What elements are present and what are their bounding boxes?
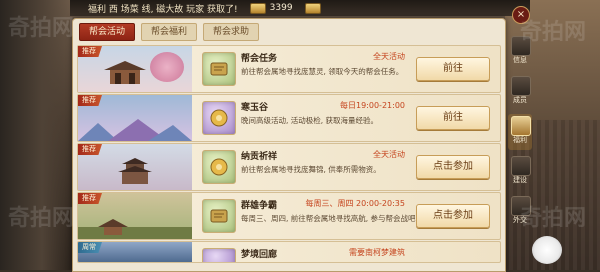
scroll-icon (210, 209, 228, 223)
copper-coin-icon (249, 2, 266, 14)
valley-image (78, 119, 192, 141)
activity-description: 前往帮会属地寻找庞舞锦, 供奉所需物资。 (241, 165, 381, 174)
activity-icon-box (202, 199, 236, 233)
activity-name: 群雄争霸 (241, 201, 278, 211)
side-menu-info[interactable]: 信息 (508, 34, 532, 70)
diplomacy-icon (511, 196, 531, 216)
activity-name: 纳贡祈祥 (241, 152, 278, 162)
recommend-tag: 推荐 (78, 144, 102, 155)
side-menu-label: 建设 (513, 176, 527, 184)
tab-bar: 帮会活动 帮会福利 帮会求助 (79, 23, 260, 41)
go-button[interactable]: 前往 (416, 106, 490, 130)
broadcast-ticker: 福利 西 场菜 线, 磁大故 玩家 获取了! (88, 4, 238, 15)
tower-image (118, 158, 152, 184)
side-menu-welfare[interactable]: 福利 (508, 114, 532, 150)
activity-row-guild-task: 推荐 帮会任务 全天活动 前往帮会属地寻找庞慧灵, 领取今天的帮会任务。 前往 (77, 45, 501, 93)
activity-description: 前往帮会属地寻找庞慧灵, 领取今天的帮会任务。 (241, 67, 404, 76)
tab-guild-activities[interactable]: 帮会活动 (79, 23, 136, 41)
weekly-tag: 周常 (78, 242, 102, 253)
activity-row-hegemony: 推荐 群雄争霸 每周三、周四 20:00-20:35 每周三、周四, 前往帮会属… (77, 192, 501, 240)
top-status-bar: 福利 西 场菜 线, 磁大故 玩家 获取了! 3399 (70, 0, 530, 16)
side-menu-label: 成员 (513, 96, 527, 104)
activity-time: 每日19:00-21:00 (340, 101, 405, 110)
activity-time: 全天活动 (373, 52, 405, 61)
activity-icon-box (202, 52, 236, 86)
recommend-tag: 推荐 (78, 193, 102, 204)
coin-icon (210, 109, 228, 127)
activity-name: 寒玉谷 (241, 103, 269, 113)
activity-row-dream-corridor: 周常 梦境回廊 需要南柯梦建筑 (77, 241, 501, 263)
go-button[interactable]: 前往 (416, 57, 490, 81)
battlefield-image (78, 219, 192, 239)
activity-time: 全天活动 (373, 150, 405, 159)
gift-icon (511, 116, 531, 136)
tab-guild-welfare[interactable]: 帮会福利 (141, 23, 198, 41)
activity-name: 梦境回廊 (241, 250, 278, 260)
side-menu-label: 福利 (513, 136, 527, 144)
currency-value: 3399 (269, 3, 293, 13)
activity-description: 晚间高级活动, 活动极检, 获取海量经验。 (241, 116, 379, 125)
info-icon (511, 36, 531, 56)
activity-description: 每周三、周四, 前往帮会属地寻找高航, 参与帮会战吧! (241, 214, 419, 223)
join-button[interactable]: 点击参加 (416, 204, 490, 228)
currency-copper: 3399 (249, 2, 293, 14)
currency-ingot (304, 2, 325, 14)
members-icon (511, 76, 531, 96)
background-left-wall (0, 0, 70, 270)
blossom-tree-image (150, 52, 184, 82)
side-menu-label: 外交 (513, 216, 527, 224)
close-button[interactable]: × (512, 6, 530, 24)
side-menu-members[interactable]: 成员 (508, 74, 532, 110)
activity-row-hanyu-valley: 推荐 寒玉谷 每日19:00-21:00 晚间高级活动, 活动极检, 获取海量经… (77, 94, 501, 142)
activity-icon-box (202, 101, 236, 135)
build-icon (511, 156, 531, 176)
activity-thumbnail: 周常 (78, 242, 192, 262)
activity-thumbnail: 推荐 (78, 95, 192, 141)
side-menu-label: 信息 (513, 56, 527, 64)
tab-guild-help[interactable]: 帮会求助 (203, 23, 260, 41)
recommend-tag: 推荐 (78, 95, 102, 106)
guild-panel: 帮会活动 帮会福利 帮会求助 推荐 帮会任务 全天活动 前往帮会属地寻找庞慧灵,… (72, 18, 506, 272)
activity-thumbnail: 推荐 (78, 144, 192, 190)
activity-icon-box (202, 150, 236, 184)
activity-requirement: 需要南柯梦建筑 (349, 248, 405, 257)
activity-row-tribute: 推荐 纳贡祈祥 全天活动 前往帮会属地寻找庞舞锦, 供奉所需物资。 点击参加 (77, 143, 501, 191)
side-menu: 信息 成员 福利 建设 外交 (508, 34, 532, 234)
side-menu-build[interactable]: 建设 (508, 154, 532, 190)
pavilion-image (104, 61, 146, 84)
recommend-tag: 推荐 (78, 46, 102, 57)
coin-icon (210, 158, 228, 176)
activity-list[interactable]: 推荐 帮会任务 全天活动 前往帮会属地寻找庞慧灵, 领取今天的帮会任务。 前往 (77, 45, 501, 264)
side-menu-diplomacy[interactable]: 外交 (508, 194, 532, 230)
chat-bubble-button[interactable] (532, 236, 562, 264)
activity-name: 帮会任务 (241, 54, 278, 64)
activity-time: 每周三、周四 20:00-20:35 (305, 199, 405, 208)
scroll-icon (210, 62, 228, 76)
activity-thumbnail: 推荐 (78, 46, 192, 92)
join-button[interactable]: 点击参加 (416, 155, 490, 179)
activity-thumbnail: 推荐 (78, 193, 192, 239)
ingot-icon (304, 2, 321, 14)
activity-icon-box (202, 248, 236, 262)
